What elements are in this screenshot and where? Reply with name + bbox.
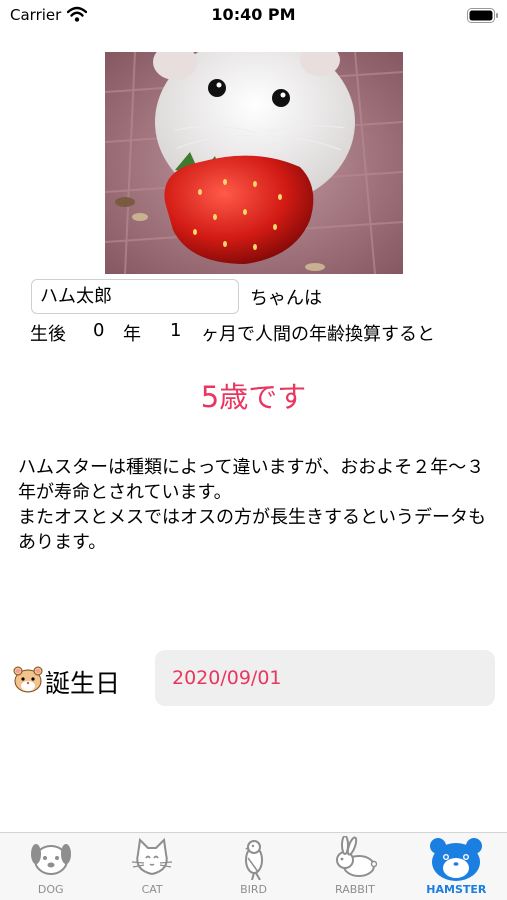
- tab-label-cat: CAT: [141, 883, 163, 896]
- lifespan-description: ハムスターは種類によって違いますが、おおよそ２年〜３年が寿命とされています。 ま…: [18, 457, 486, 553]
- cat-icon: [132, 837, 173, 876]
- tab-hamster[interactable]: HAMSTER: [406, 833, 507, 900]
- tab-label-rabbit: RABBIT: [335, 883, 375, 896]
- hamster-photo: [105, 52, 403, 274]
- birthday-date-picker[interactable]: 2020/09/01: [155, 650, 495, 706]
- pet-name-input[interactable]: ハム太郎: [31, 279, 239, 314]
- age-prefix-label: 生後: [30, 324, 66, 345]
- tab-label-hamster: HAMSTER: [426, 883, 487, 896]
- age-year-unit-label: 年: [123, 324, 141, 345]
- age-suffix-label: ヶ月で人間の年齢換算すると: [201, 324, 435, 345]
- tab-rabbit[interactable]: RABBIT: [304, 833, 405, 900]
- rabbit-icon: [335, 836, 377, 877]
- hamster-icon: [430, 838, 483, 881]
- status-bar: Carrier 10:40 PM: [0, 0, 507, 32]
- app-screen: Carrier 10:40 PM ハム太郎 ちゃんは 生後 0 年 1 ヶ月で人…: [0, 0, 507, 900]
- tab-bar: DOG CAT BIRD RABBIT HAMSTER: [0, 832, 507, 900]
- age-months-value[interactable]: 1: [170, 320, 181, 341]
- bird-icon: [244, 840, 263, 880]
- clock: 10:40 PM: [211, 5, 296, 24]
- tab-dog[interactable]: DOG: [0, 833, 101, 900]
- tab-cat[interactable]: CAT: [101, 833, 202, 900]
- battery-icon: [467, 8, 498, 23]
- tab-bird[interactable]: BIRD: [203, 833, 304, 900]
- dog-icon: [30, 844, 71, 875]
- human-age-result: 5歳です: [200, 380, 307, 414]
- age-years-value[interactable]: 0: [93, 320, 104, 341]
- name-suffix-label: ちゃんは: [250, 288, 322, 309]
- tab-label-dog: DOG: [37, 883, 64, 896]
- hamster-face-icon: [13, 666, 43, 693]
- tab-label-bird: BIRD: [240, 883, 267, 896]
- birthday-label: 誕生日: [45, 669, 121, 698]
